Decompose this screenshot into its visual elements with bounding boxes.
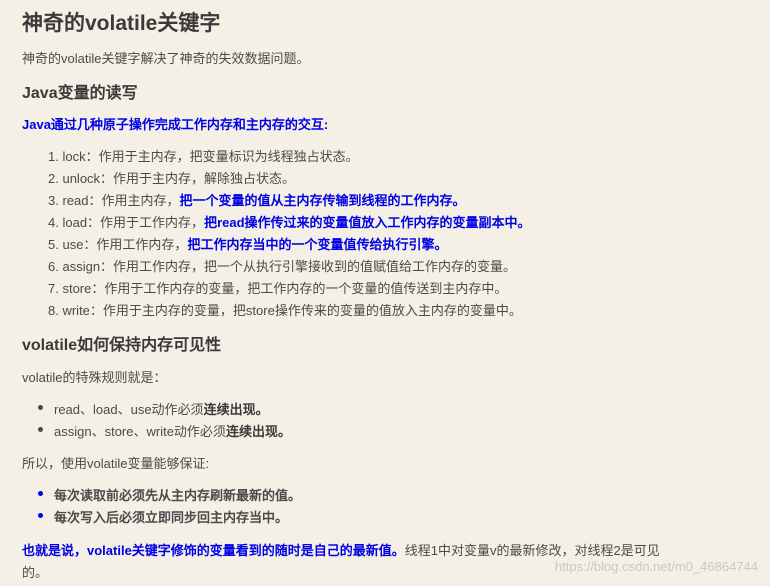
- list-number: 4.: [48, 215, 59, 230]
- list-text: read：作用主内存，: [62, 193, 180, 208]
- list-item: 5. use：作用工作内存，把工作内存当中的一个变量值传给执行引擎。: [48, 234, 447, 253]
- list-number: 1.: [48, 149, 59, 164]
- list-number: 7.: [48, 281, 59, 296]
- rule-text: read、load、use动作必须: [54, 402, 204, 417]
- watermark: https://blog.csdn.net/m0_46864744: [554, 559, 758, 574]
- list-item: 2. unlock：作用于主内存，解除独占状态。: [48, 168, 295, 187]
- list-number: 5.: [48, 237, 59, 252]
- list-text: assign：作用工作内存，把一个从执行引擎接收到的值赋值给工作内存的变量。: [62, 259, 517, 274]
- list-item: 7. store：作用于工作内存的变量，把工作内存的一个变量的值传送到主内存中。: [48, 278, 507, 297]
- list-text: unlock：作用于主内存，解除独占状态。: [62, 171, 296, 186]
- list-item: 1. lock：作用于主内存，把变量标识为线程独占状态。: [48, 146, 359, 165]
- list-number: 2.: [48, 171, 59, 186]
- list-emphasis: 把工作内存当中的一个变量值传给执行引擎。: [187, 237, 448, 252]
- rule-strong: 连续出现。: [203, 402, 269, 417]
- section-heading-java-rw: Java变量的读写: [22, 85, 138, 102]
- bullet-dot: [38, 513, 43, 518]
- list-item: read、load、use动作必须连续出现。: [54, 399, 269, 418]
- list-text: lock：作用于主内存，把变量标识为线程独占状态。: [62, 149, 359, 164]
- guarantee-intro: 所以，使用volatile变量能够保证:: [22, 456, 210, 471]
- list-text: use：作用工作内存，: [62, 237, 188, 252]
- list-item: 每次写入后必须立即同步回主内存当中。: [54, 510, 289, 525]
- list-number: 8.: [48, 303, 59, 318]
- bullet-dot: [38, 405, 43, 410]
- conclusion-text: 线程1中对变量v的最新修改，对线程2是可见: [404, 543, 660, 558]
- section1-lead: Java通过几种原子操作完成工作内存和主内存的交互:: [22, 117, 329, 132]
- list-emphasis: 把一个变量的值从主内存传输到线程的工作内存。: [179, 193, 466, 208]
- list-item: 8. write：作用于主内存的变量，把store操作传来的变量的值放入主内存的…: [48, 300, 522, 319]
- rules-intro: volatile的特殊规则就是：: [22, 370, 167, 385]
- list-text: load：作用于工作内存，: [62, 215, 205, 230]
- list-item: 4. load：作用于工作内存，把read操作传过来的变量值放入工作内存的变量副…: [48, 212, 531, 231]
- rule-strong: 连续出现。: [225, 424, 291, 439]
- list-item: 6. assign：作用工作内存，把一个从执行引擎接收到的值赋值给工作内存的变量…: [48, 256, 516, 275]
- list-item: 3. read：作用主内存，把一个变量的值从主内存传输到线程的工作内存。: [48, 190, 466, 209]
- conclusion-line: 也就是说，volatile关键字修饰的变量看到的随时是自己的最新值。线程1中对变…: [22, 540, 660, 559]
- list-number: 6.: [48, 259, 59, 274]
- list-text: write：作用于主内存的变量，把store操作传来的变量的值放入主内存的变量中…: [62, 303, 522, 318]
- list-item: 每次读取前必须先从主内存刷新最新的值。: [54, 488, 302, 503]
- bullet-dot: [38, 427, 43, 432]
- bullet-dot: [38, 491, 43, 496]
- conclusion-emphasis: 也就是说，volatile关键字修饰的变量看到的随时是自己的最新值。: [22, 543, 405, 558]
- conclusion-tail: 的。: [22, 565, 49, 580]
- list-emphasis: 把read操作传过来的变量值放入工作内存的变量副本中。: [204, 215, 531, 230]
- article: 神奇的volatile关键字 神奇的volatile关键字解决了神奇的失效数据问…: [0, 0, 770, 586]
- list-item: assign、store、write动作必须连续出现。: [54, 421, 291, 440]
- intro-paragraph: 神奇的volatile关键字解决了神奇的失效数据问题。: [22, 51, 310, 66]
- rule-text: assign、store、write动作必须: [54, 424, 226, 439]
- list-text: store：作用于工作内存的变量，把工作内存的一个变量的值传送到主内存中。: [62, 281, 508, 296]
- list-number: 3.: [48, 193, 59, 208]
- page-title: 神奇的volatile关键字: [22, 12, 221, 35]
- section-heading-volatile-visibility: volatile如何保持内存可见性: [22, 337, 222, 354]
